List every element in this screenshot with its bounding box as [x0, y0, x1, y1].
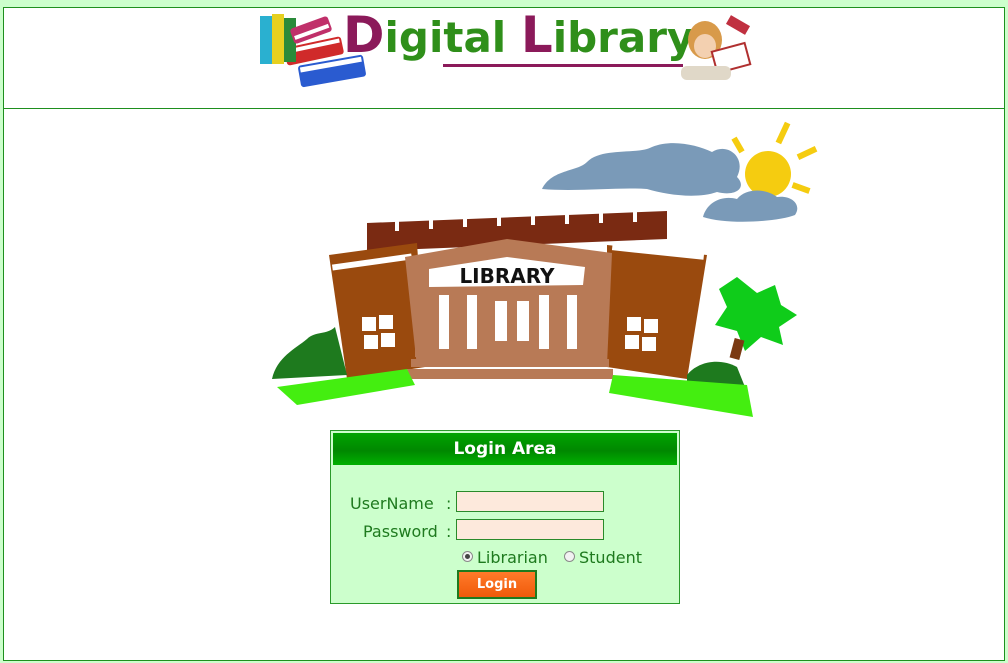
title-underline: [443, 64, 683, 67]
student-radio[interactable]: [564, 551, 575, 562]
svg-text:LIBRARY: LIBRARY: [459, 264, 555, 288]
password-label: Password: [363, 522, 438, 541]
password-input[interactable]: [456, 519, 604, 540]
sun-icon: [731, 121, 818, 197]
username-colon: :: [446, 494, 452, 513]
banner: Digital Library: [255, 6, 755, 88]
password-colon: :: [446, 522, 452, 541]
login-button[interactable]: Login: [457, 570, 537, 599]
student-radio-label[interactable]: Student: [579, 548, 642, 567]
header-frame: Digital Library: [3, 6, 1005, 110]
reading-girl-image: [681, 15, 752, 80]
librarian-radio-label[interactable]: Librarian: [477, 548, 548, 567]
librarian-radio[interactable]: [462, 551, 473, 562]
library-building-illustration: LIBRARY: [272, 121, 818, 417]
username-input[interactable]: [456, 491, 604, 512]
username-label: UserName: [350, 494, 434, 513]
main-frame: LIBRARY Login Area UserName : Password :…: [3, 109, 1005, 661]
login-header: Login Area: [333, 433, 677, 465]
login-panel: Login Area UserName : Password : Librari…: [330, 430, 680, 604]
